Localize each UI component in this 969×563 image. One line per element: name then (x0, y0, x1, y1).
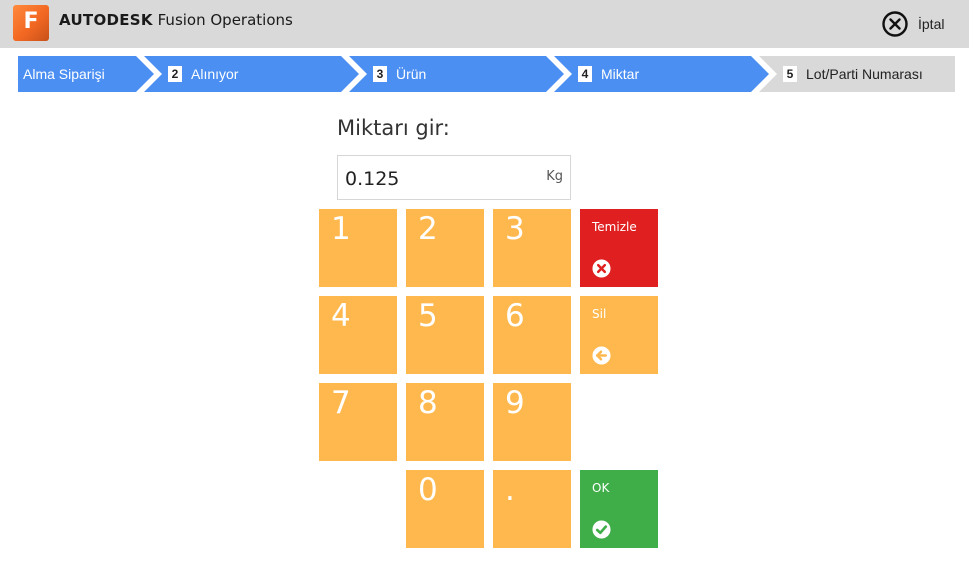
key-digit: . (505, 472, 515, 508)
step-number: 3 (373, 66, 387, 82)
step-number: 5 (783, 66, 797, 82)
key-digit: 3 (505, 211, 525, 247)
cancel-label: İptal (918, 16, 945, 32)
clear-label: Temizle (592, 220, 637, 234)
ok-button[interactable]: OK (580, 470, 658, 548)
key-9[interactable]: 9 (493, 383, 571, 461)
key-digit: 7 (331, 385, 351, 421)
brand-product: Fusion Operations (157, 11, 293, 29)
fusion-logo: F (13, 5, 49, 41)
clear-button[interactable]: Temizle (580, 209, 658, 287)
step-miktar[interactable]: 4 Miktar (578, 56, 639, 92)
step-alinyor[interactable]: 2 Alınıyor (168, 56, 238, 92)
step-lot-parti[interactable]: 5 Lot/Parti Numarası (783, 56, 923, 92)
check-circle-icon (592, 520, 611, 539)
quantity-prompt: Miktarı gir: (337, 116, 450, 140)
key-3[interactable]: 3 (493, 209, 571, 287)
step-alma-siparisi[interactable]: Alma Siparişi (23, 56, 105, 92)
cancel-button[interactable]: İptal (881, 9, 944, 39)
key-digit: 9 (505, 385, 525, 421)
delete-button[interactable]: Sil (580, 296, 658, 374)
key-digit: 1 (331, 211, 351, 247)
delete-label: Sil (592, 307, 607, 321)
key-2[interactable]: 2 (406, 209, 484, 287)
step-number: 2 (168, 66, 182, 82)
key-8[interactable]: 8 (406, 383, 484, 461)
key-decimal[interactable]: . (493, 470, 571, 548)
key-4[interactable]: 4 (319, 296, 397, 374)
quantity-unit: Kg (546, 169, 563, 184)
key-0[interactable]: 0 (406, 470, 484, 548)
quantity-field[interactable]: 0.125 Kg (337, 155, 571, 200)
step-breadcrumb: Alma Siparişi 2 Alınıyor 3 Ürün 4 Miktar… (18, 56, 955, 92)
close-circle-icon (882, 11, 908, 37)
key-6[interactable]: 6 (493, 296, 571, 374)
x-circle-icon (592, 259, 611, 278)
arrow-left-circle-icon (592, 346, 611, 365)
brand-autodesk: AUTODESK (59, 11, 153, 29)
ok-label: OK (592, 481, 610, 495)
step-label: Ürün (396, 66, 427, 82)
key-digit: 8 (418, 385, 438, 421)
step-label: Alınıyor (191, 66, 239, 82)
step-number: 4 (578, 66, 592, 82)
step-urun[interactable]: 3 Ürün (373, 56, 426, 92)
key-digit: 2 (418, 211, 438, 247)
key-1[interactable]: 1 (319, 209, 397, 287)
top-bar: F AUTODESK Fusion Operations İptal (0, 0, 969, 48)
step-label: Miktar (601, 66, 640, 82)
app-title: AUTODESK Fusion Operations (59, 11, 293, 29)
key-digit: 5 (418, 298, 438, 334)
quantity-value: 0.125 (345, 168, 400, 190)
key-digit: 4 (331, 298, 351, 334)
key-digit: 0 (418, 472, 438, 508)
step-label: Alma Siparişi (23, 66, 105, 82)
key-7[interactable]: 7 (319, 383, 397, 461)
key-5[interactable]: 5 (406, 296, 484, 374)
step-label: Lot/Parti Numarası (806, 66, 923, 82)
key-digit: 6 (505, 298, 525, 334)
logo-letter: F (23, 9, 39, 34)
